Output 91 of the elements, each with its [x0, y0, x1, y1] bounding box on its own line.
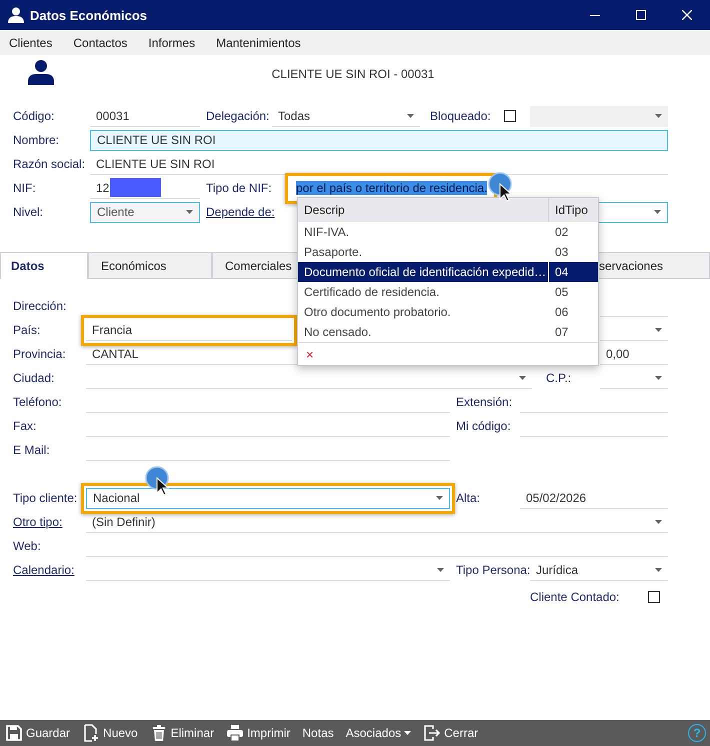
column-header: Descrip — [303, 202, 346, 219]
field-label: Fax: — [13, 419, 38, 433]
option-text[interactable]: Certificado de residencia. — [298, 282, 548, 302]
user-icon — [28, 60, 54, 85]
tab[interactable]: Económicos — [88, 252, 212, 278]
field-label: Bloqueado: — [430, 109, 492, 123]
new-icon — [82, 724, 100, 742]
save-icon — [5, 724, 23, 742]
field-label: Nivel: — [13, 205, 44, 219]
dropdown-field[interactable]: Todas — [272, 106, 420, 126]
toolbar-button[interactable]: Nuevo — [82, 724, 138, 742]
label-link[interactable]: Otro tipo: — [13, 515, 86, 529]
toolbar-button[interactable]: Eliminar — [150, 724, 214, 742]
field-label: Tipo cliente: — [13, 491, 78, 505]
caret-icon — [437, 568, 444, 572]
toolbar-button[interactable]: Asociados — [346, 726, 412, 740]
tab[interactable]: Datos — [0, 252, 88, 279]
caret-icon — [655, 114, 662, 118]
option-code[interactable]: 02 — [548, 222, 598, 242]
text-field[interactable]: CLIENTE UE SIN ROI — [90, 130, 668, 150]
option-text[interactable]: Documento oficial de identificación expedid… — [298, 262, 548, 282]
record-title: CLIENTE UE SIN ROI - 00031 — [272, 66, 434, 80]
field-label: Nombre: — [13, 133, 60, 147]
toolbar-button[interactable]: Notas — [302, 726, 334, 740]
print-icon — [226, 724, 244, 742]
option-text[interactable]: No censado. — [298, 322, 548, 342]
field-label: Mi código: — [456, 419, 512, 433]
menu-item[interactable]: Contactos — [73, 36, 128, 50]
text-field[interactable]: CANTAL — [86, 344, 297, 364]
option-text[interactable]: Otro documento probatorio. — [298, 302, 548, 322]
redaction-block — [110, 178, 162, 197]
option-code[interactable]: 06 — [548, 302, 598, 322]
text-field[interactable]: 05/02/2026 — [520, 488, 668, 508]
column-header: IdTipo — [548, 198, 598, 222]
dropdown-field[interactable]: (Sin Definir) — [86, 512, 668, 532]
toolbar-button[interactable]: Cerrar — [423, 724, 478, 742]
label-link[interactable]: Calendario: — [13, 563, 86, 577]
text-field[interactable]: Francia — [86, 320, 292, 340]
dropdown-field[interactable]: Nacional — [86, 488, 450, 508]
field-label: Razón social: — [13, 157, 86, 171]
field-label: Dirección: — [13, 299, 68, 313]
field-label: Código: — [13, 109, 56, 123]
dropdown-field[interactable]: Cliente — [90, 202, 200, 222]
field-label: E Mail: — [13, 443, 51, 457]
window-title: Datos Económicos — [30, 8, 148, 22]
text-field[interactable]: 12 — [90, 178, 200, 198]
field-label: Cliente Contado: — [530, 590, 620, 604]
option-code[interactable]: 05 — [548, 282, 598, 302]
caret-icon — [186, 210, 193, 214]
field-label: Tipo Persona: — [456, 563, 530, 577]
toolbar-button[interactable]: Imprimir — [226, 724, 290, 742]
caret-icon — [407, 114, 414, 118]
caret-icon — [655, 520, 662, 524]
menu-item[interactable]: Informes — [148, 36, 196, 50]
text-field[interactable]: 0,00 — [600, 344, 668, 364]
field-label: Tipo de NIF: — [206, 181, 273, 195]
exit-icon — [423, 724, 442, 742]
field-label: C.P.: — [546, 371, 572, 385]
field-label: NIF: — [13, 181, 37, 195]
clear-button[interactable]: × — [306, 346, 314, 362]
caret-icon — [655, 376, 662, 380]
caret-icon — [519, 376, 526, 380]
caret-icon — [655, 328, 662, 332]
maximize-icon[interactable] — [636, 10, 646, 20]
field-label: Extensión: — [456, 395, 514, 409]
field-label: Teléfono: — [13, 395, 63, 409]
option-code[interactable]: 07 — [548, 322, 598, 342]
checkbox[interactable] — [648, 591, 660, 603]
dropdown-field[interactable]: Jurídica — [530, 560, 668, 580]
toolbar-button[interactable]: Guardar — [5, 724, 70, 742]
menu-item[interactable]: Clientes — [9, 36, 52, 50]
field-label: Alta: — [456, 491, 482, 505]
text-field[interactable]: 00031 — [90, 106, 200, 126]
dropdown-field[interactable] — [530, 106, 668, 126]
checkbox[interactable] — [504, 110, 516, 122]
field-label: Provincia: — [13, 347, 67, 361]
field-label: País: — [13, 323, 42, 337]
caret-icon — [436, 496, 443, 500]
text-field[interactable]: CLIENTE UE SIN ROI — [90, 154, 668, 174]
field-label: Ciudad: — [13, 371, 56, 385]
caret-icon — [654, 210, 661, 214]
option-text[interactable]: NIF-IVA. — [298, 222, 548, 242]
caret-icon — [655, 568, 662, 572]
caret-icon — [404, 731, 412, 735]
field-label: Delegación: — [206, 109, 270, 123]
option-code[interactable]: 04 — [548, 262, 598, 282]
close-icon[interactable] — [682, 10, 692, 20]
label-link[interactable]: Depende de: — [206, 205, 294, 219]
user-icon — [8, 7, 24, 23]
menu-item[interactable]: Mantenimientos — [216, 36, 301, 50]
field-label: Web: — [13, 539, 42, 553]
